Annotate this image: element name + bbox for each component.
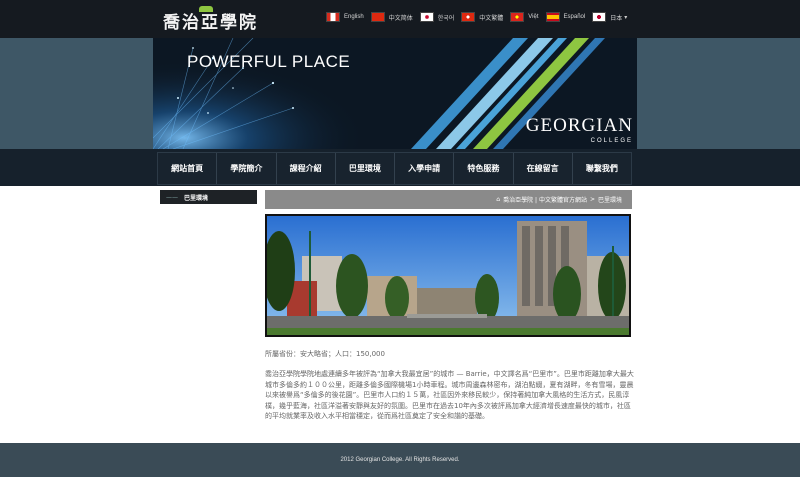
arrow-right-icon: —— [166, 193, 178, 201]
college-logo-sub: COLLEGE [590, 138, 633, 144]
nav-home[interactable]: 網站首頁 [158, 153, 218, 184]
banner-title: POWERFUL PLACE [187, 52, 351, 71]
nav-barrie[interactable]: 巴里環境 [336, 153, 395, 184]
breadcrumb-current: 巴里環境 [597, 197, 622, 204]
canada-flag-icon [326, 12, 340, 22]
top-bar: 喬治亞學院 English 中文简体 한국어 中文繁體 Việt Español [0, 0, 800, 38]
lang-spanish[interactable]: Español [545, 12, 585, 22]
breadcrumb-home[interactable]: 喬治亞學院 | 中文繁體官方網站 [503, 195, 587, 204]
sidebar-item-barrie[interactable]: —— 巴里環境 [160, 190, 257, 204]
hero-banner: POWERFUL PLACE GEORGIAN COLLEGE [153, 38, 637, 149]
lang-vietnamese[interactable]: Việt [510, 12, 539, 22]
street-scene-image [267, 216, 629, 335]
site-logo[interactable]: 喬治亞學院 [163, 8, 258, 33]
footer: 2012 Georgian College. All Rights Reserv… [0, 443, 800, 477]
main-nav: 網站首頁 學院簡介 課程介紹 巴里環境 入學申請 特色服務 在線留言 聯繫我們 [157, 152, 632, 185]
japan-flag-icon [592, 12, 607, 22]
lang-japanese[interactable]: 日本 ▾ [592, 12, 627, 22]
spain-flag-icon [545, 12, 560, 22]
nav-contact[interactable]: 聯繫我們 [573, 153, 631, 184]
city-meta: 所屬省份：安大略省；人口：150,000 [265, 350, 385, 358]
copyright: 2012 Georgian College. All Rights Reserv… [340, 457, 460, 463]
college-logo: GEORGIAN [525, 115, 633, 136]
lang-english[interactable]: English [326, 12, 364, 22]
breadcrumb-separator: > [589, 196, 595, 203]
china-flag-icon [370, 12, 385, 22]
nav-about[interactable]: 學院簡介 [217, 153, 277, 184]
city-description: 喬治亞學院學院地處連續多年被評為“加拿大我最宜居”的城市 — Barrie，中文… [265, 370, 634, 420]
korea-flag-icon [419, 12, 434, 22]
home-icon: ⌂ [496, 196, 501, 203]
chevron-down-icon: ▾ [624, 13, 628, 21]
lang-traditional-chinese[interactable]: 中文繁體 [461, 12, 503, 22]
hongkong-flag-icon [461, 12, 476, 22]
nav-apply[interactable]: 入學申請 [395, 153, 455, 184]
lang-simplified-chinese[interactable]: 中文简体 [370, 12, 413, 22]
nav-services[interactable]: 特色服務 [454, 153, 514, 184]
language-selector: English 中文简体 한국어 中文繁體 Việt Español 日本 ▾ [326, 12, 634, 22]
vietnam-flag-icon [510, 12, 525, 22]
lang-korean[interactable]: 한국어 [419, 12, 454, 22]
breadcrumb: ⌂ 喬治亞學院 | 中文繁體官方網站 > 巴里環境 [265, 190, 632, 209]
nav-courses[interactable]: 課程介紹 [277, 153, 336, 184]
nav-message[interactable]: 在線留言 [514, 153, 573, 184]
city-photo [265, 214, 631, 337]
